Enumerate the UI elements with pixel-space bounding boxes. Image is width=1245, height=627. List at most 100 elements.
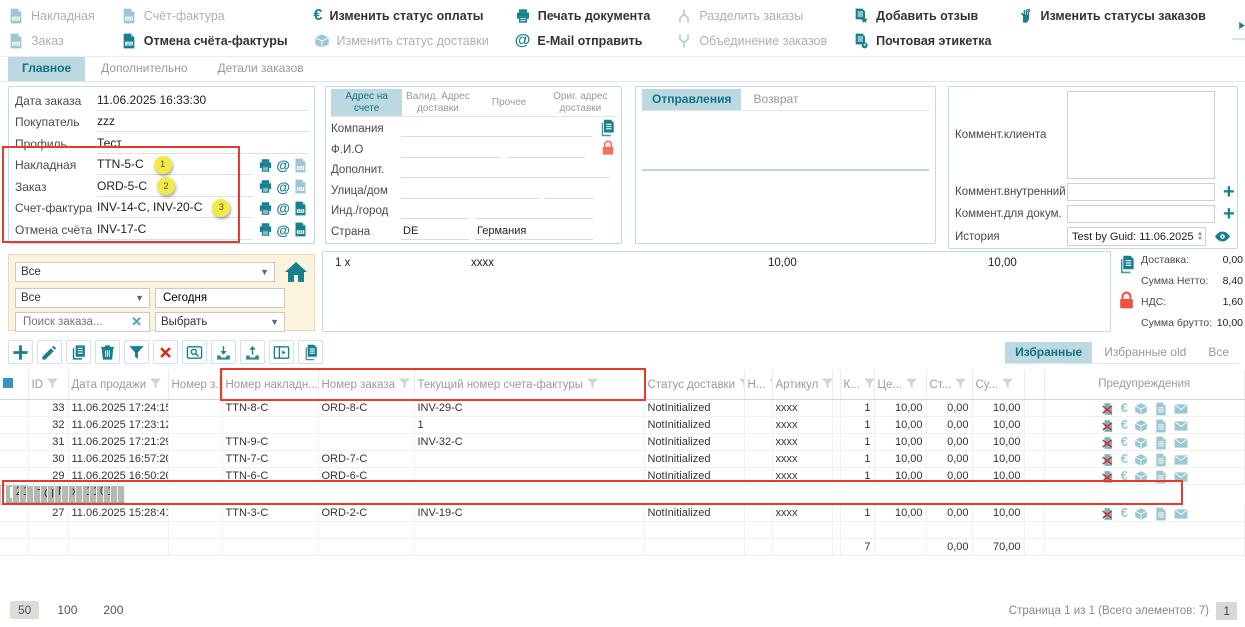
toolbar-button-print-document[interactable]: Печать документа xyxy=(515,6,651,26)
envelope-icon[interactable] xyxy=(1174,507,1188,521)
column-header-sale-date[interactable]: Дата продажи xyxy=(68,370,168,399)
box-icon[interactable] xyxy=(1134,419,1148,433)
toolbar-button-change-delivery-status[interactable]: Изменить статус доставки xyxy=(314,31,489,51)
tab-returns[interactable]: Возврат xyxy=(743,89,808,110)
add-internal-comment-button[interactable]: + xyxy=(1223,183,1235,201)
column-header-order-number[interactable]: Номер заказа xyxy=(318,370,414,399)
tab-shipments[interactable]: Отправления xyxy=(642,89,741,110)
cancel-invoice-value[interactable]: INV-17-C xyxy=(97,220,253,240)
street-input[interactable] xyxy=(401,183,539,199)
toolbar-button-waybill[interactable]: 123 Накладная xyxy=(8,6,95,26)
filter-button[interactable] xyxy=(124,340,149,364)
doc-icon[interactable] xyxy=(1154,453,1168,467)
edit-row-button[interactable] xyxy=(37,340,62,364)
filter-select-status[interactable]: Все▼ xyxy=(15,288,150,308)
filter-funnel-icon[interactable] xyxy=(1001,377,1014,390)
additional-input[interactable] xyxy=(401,162,610,178)
column-header-warnings[interactable]: Предупреждения xyxy=(1044,370,1245,399)
filter-funnel-icon[interactable] xyxy=(398,377,411,390)
tab-main[interactable]: Главное xyxy=(8,57,85,81)
toolbar-button-add-review[interactable]: Добавить отзыв xyxy=(853,6,991,26)
toolbar-button-change-payment-status[interactable]: € Изменить статус оплаты xyxy=(314,6,489,26)
doc-icon[interactable] xyxy=(1154,470,1168,484)
column-header-select[interactable] xyxy=(0,370,28,399)
add-row-button[interactable] xyxy=(8,340,33,364)
filter-funnel-icon[interactable] xyxy=(954,377,967,390)
euro-icon[interactable]: € xyxy=(1121,400,1128,415)
envelope-icon[interactable] xyxy=(1174,470,1188,484)
box-icon[interactable] xyxy=(1134,507,1148,521)
copy-row-button[interactable] xyxy=(66,340,91,364)
column-header-number[interactable]: Номер з... xyxy=(168,370,222,399)
column-header-id[interactable]: ID xyxy=(28,370,68,399)
box-icon[interactable] xyxy=(1134,453,1148,467)
house-input[interactable] xyxy=(545,183,593,199)
tab-billing-address[interactable]: Адрес на счете xyxy=(331,89,402,116)
history-spinner[interactable]: ▲▼ xyxy=(1197,232,1203,242)
toolbar-button-cancel-invoice[interactable]: 123 Отмена счёта-фактуры xyxy=(121,31,288,51)
envelope-icon[interactable] xyxy=(1174,419,1188,433)
delete-row-button[interactable] xyxy=(95,340,120,364)
toolbar-button-order[interactable]: 123 Заказ xyxy=(8,31,95,51)
toolbar-button-change-order-statuses[interactable]: Изменить статусы заказов xyxy=(1017,6,1205,26)
filter-funnel-icon[interactable] xyxy=(821,377,832,390)
doc-x-icon[interactable] xyxy=(1101,402,1115,416)
column-header-sum[interactable]: Су... xyxy=(972,370,1024,399)
filter-funnel-icon[interactable] xyxy=(586,377,599,390)
box-icon[interactable] xyxy=(1134,436,1148,450)
company-input[interactable] xyxy=(401,121,592,137)
toolbar-button-send-email[interactable]: @ E-Mail отправить xyxy=(515,31,651,51)
column-header-article[interactable]: Артикул xyxy=(772,370,832,399)
doc-comment-input[interactable] xyxy=(1067,205,1215,223)
table-row[interactable]: 29 11.06.2025 16:50:20 TTN-6-C ORD-6-C N… xyxy=(0,467,1245,484)
filter-select-all[interactable]: Все▼ xyxy=(15,262,275,282)
box-icon[interactable] xyxy=(1134,470,1148,484)
clear-filter-button[interactable] xyxy=(153,340,178,364)
tasks-button[interactable]: Tasks xyxy=(1232,16,1245,40)
waybill-doc-icon[interactable]: 123 xyxy=(293,158,308,173)
advanced-search-button[interactable] xyxy=(182,340,207,364)
view-history-eye-icon[interactable] xyxy=(1214,228,1231,245)
column-header-delivery-status[interactable]: Статус доставки xyxy=(644,370,744,399)
tab-other[interactable]: Прочее xyxy=(474,89,545,116)
tab-favorites-old[interactable]: Избранные old xyxy=(1094,342,1196,363)
euro-icon[interactable]: € xyxy=(1121,505,1128,520)
internal-comment-input[interactable] xyxy=(1067,183,1215,201)
order-number-value[interactable]: ORD-5-C2 xyxy=(97,177,253,197)
last-name-input[interactable] xyxy=(507,142,585,158)
filter-select-choose[interactable]: Выбрать▼ xyxy=(155,312,285,332)
tab-additional[interactable]: Дополнительно xyxy=(87,57,201,81)
copy-address-icon[interactable] xyxy=(598,119,616,137)
euro-icon[interactable]: € xyxy=(1121,468,1128,483)
toolbar-button-postal-label[interactable]: Почтовая этикетка xyxy=(853,31,991,51)
tab-order-details[interactable]: Детали заказов xyxy=(204,57,318,81)
page-size-50[interactable]: 50 xyxy=(10,601,39,619)
filter-funnel-icon[interactable] xyxy=(738,377,744,390)
print-invoice-icon[interactable] xyxy=(258,201,273,216)
invoice-doc-icon[interactable]: 123 xyxy=(293,201,308,216)
client-comment-textarea[interactable] xyxy=(1067,91,1215,179)
current-page-button[interactable]: 1 xyxy=(1216,602,1237,620)
clear-search-icon[interactable]: ✕ xyxy=(129,314,144,330)
country-code-input[interactable] xyxy=(401,224,469,240)
column-header-n[interactable]: Н... xyxy=(744,370,772,399)
select-all-checkbox[interactable] xyxy=(3,378,13,388)
order-doc-icon[interactable]: 123 xyxy=(293,179,308,194)
filter-funnel-icon[interactable] xyxy=(863,377,874,390)
column-header-qty[interactable]: К... xyxy=(840,370,874,399)
doc-x-icon[interactable] xyxy=(1101,419,1115,433)
tab-original-shipping-address[interactable]: Ориг. адрес доставки xyxy=(545,89,616,116)
doc-icon[interactable] xyxy=(1154,402,1168,416)
filter-funnel-icon[interactable] xyxy=(768,377,772,390)
column-header-waybill-number[interactable]: Номер накладн... xyxy=(222,370,318,399)
envelope-icon[interactable] xyxy=(1174,436,1188,450)
home-icon[interactable] xyxy=(284,260,308,284)
export-button[interactable] xyxy=(240,340,265,364)
print-cancel-invoice-icon[interactable] xyxy=(258,222,273,237)
cancel-invoice-doc-icon[interactable]: 123 xyxy=(293,222,308,237)
country-name-input[interactable] xyxy=(475,224,593,240)
history-select[interactable]: Test by Guid: 11.06.2025 ▲▼ xyxy=(1067,227,1206,246)
doc-x-icon[interactable] xyxy=(124,488,125,502)
table-row[interactable]: 31 11.06.2025 17:21:29 TTN-9-C INV-32-C … xyxy=(0,433,1245,450)
euro-icon[interactable]: € xyxy=(1121,417,1128,432)
